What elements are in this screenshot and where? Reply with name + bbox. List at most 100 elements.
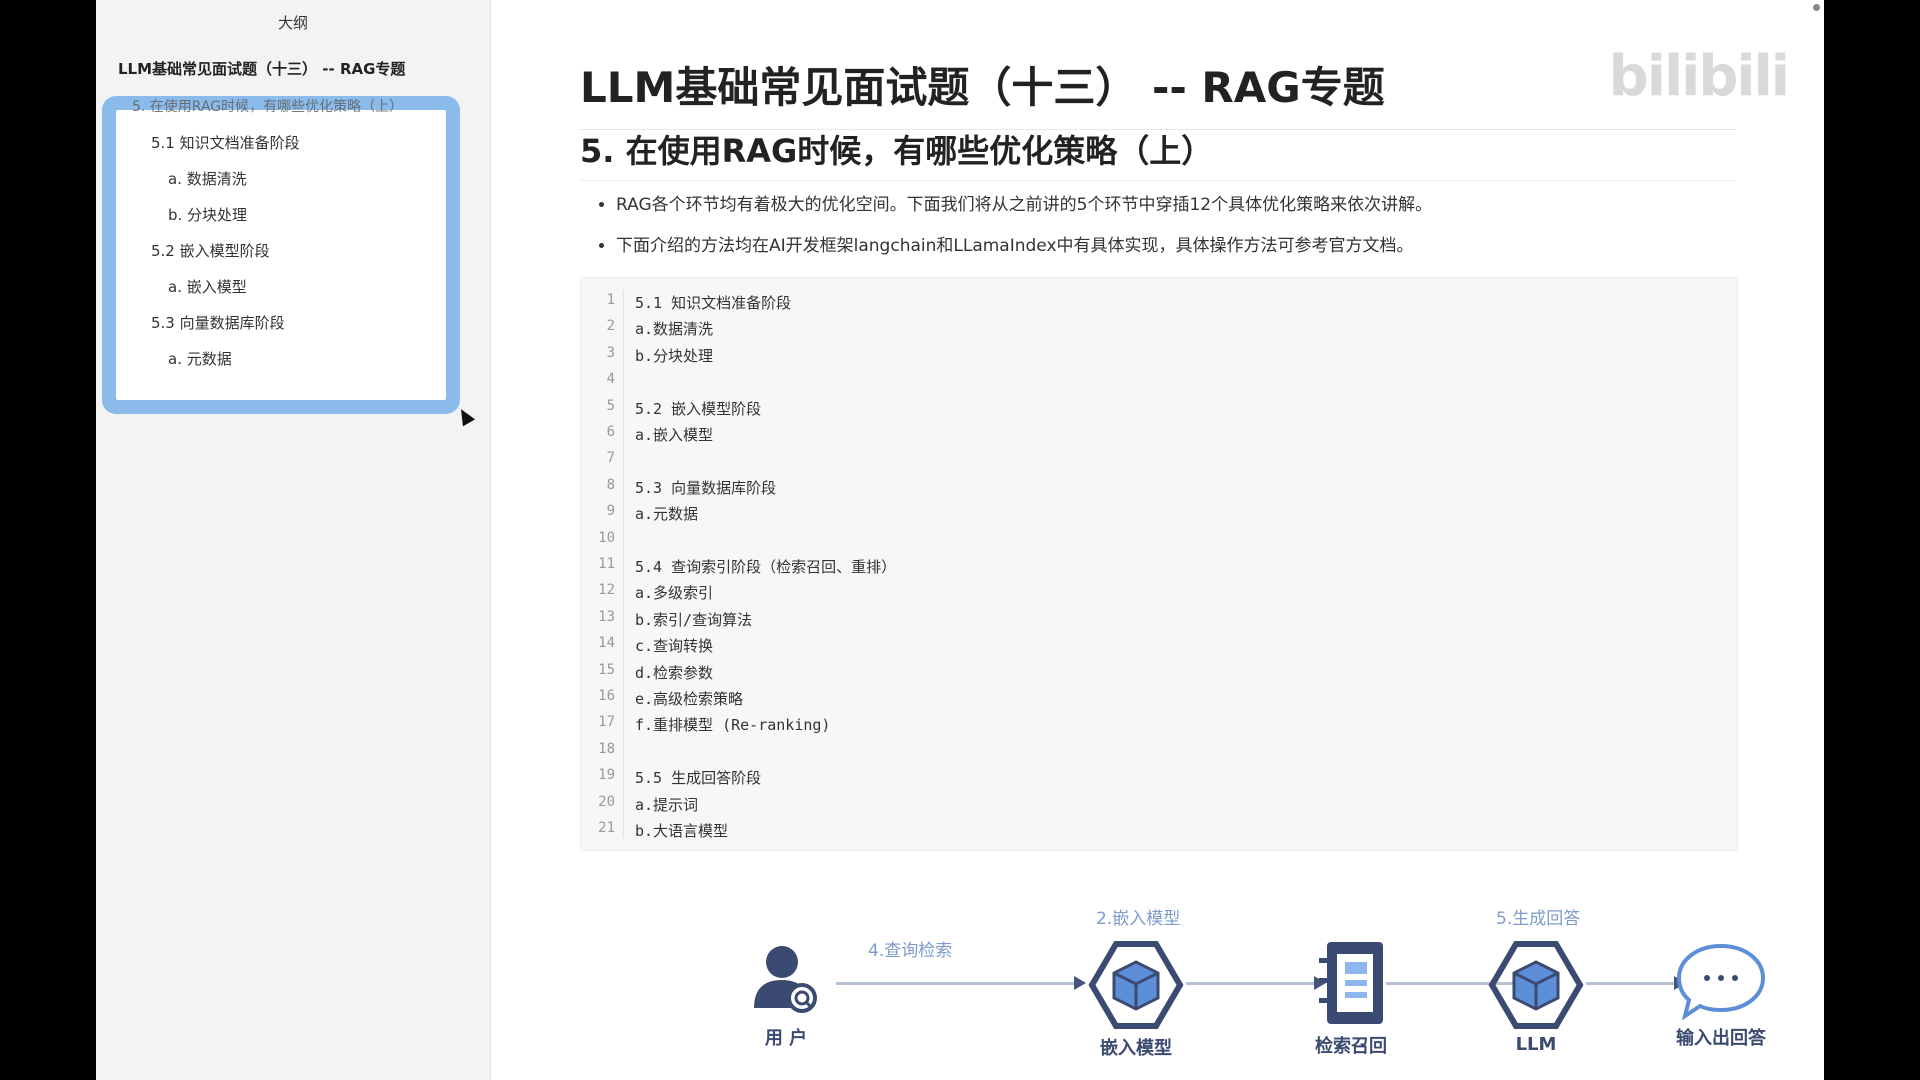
code-line: 20 a.提示词 bbox=[581, 794, 1731, 820]
code-line: 11 5.4 查询索引阶段（检索召回、重排） bbox=[581, 556, 1731, 582]
cube-hexagon-icon bbox=[1088, 941, 1184, 1029]
bullet-item: 下面介绍的方法均在AI开发框架langchain和LLamaIndex中有具体实… bbox=[616, 231, 1432, 256]
line-number: 7 bbox=[606, 450, 615, 467]
outline-item-h1[interactable]: LLM基础常见面试题（十三） -- RAG专题 bbox=[118, 58, 405, 79]
node-retrieve: 检索召回 bbox=[1296, 938, 1406, 1058]
code-line: 19 5.5 生成回答阶段 bbox=[581, 767, 1731, 793]
code-line-text: a.元数据 bbox=[635, 505, 699, 524]
step-label-query: 4.查询检索 bbox=[868, 941, 953, 961]
code-line: 13 b.索引/查询算法 bbox=[581, 609, 1731, 635]
bilibili-watermark-logo: bilibili bbox=[1608, 44, 1790, 109]
node-label-user: 用 户 bbox=[764, 1028, 808, 1049]
code-line-text: f.重排模型 (Re-ranking) bbox=[635, 716, 831, 735]
code-line: 18 bbox=[581, 741, 1731, 767]
bullet-list: RAG各个环节均有着极大的优化空间。下面我们将从之前讲的5个环节中穿插12个具体… bbox=[580, 190, 1432, 272]
outline-item-chunking[interactable]: b. 分块处理 bbox=[168, 204, 247, 225]
user-search-icon bbox=[754, 946, 817, 1013]
page-title: LLM基础常见面试题（十三） -- RAG专题 bbox=[580, 54, 1736, 130]
code-line-text: a.多级索引 bbox=[635, 584, 714, 603]
outline-item-h2[interactable]: 5. 在使用RAG时候，有哪些优化策略（上） bbox=[132, 96, 403, 116]
code-line: 5 5.2 嵌入模型阶段 bbox=[581, 398, 1731, 424]
outline-item-5-1[interactable]: 5.1 知识文档准备阶段 bbox=[151, 132, 300, 153]
node-embedding: 嵌入模型 bbox=[1081, 940, 1191, 1060]
line-number: 16 bbox=[598, 688, 615, 704]
mouse-cursor-icon bbox=[454, 405, 476, 427]
code-line: 12 a.多级索引 bbox=[581, 582, 1731, 608]
code-line: 10 bbox=[581, 530, 1731, 556]
code-line: 8 5.3 向量数据库阶段 bbox=[581, 477, 1731, 503]
bullet-item: RAG各个环节均有着极大的优化空间。下面我们将从之前讲的5个环节中穿插12个具体… bbox=[616, 190, 1432, 215]
code-line: 4 bbox=[581, 371, 1731, 397]
line-number: 17 bbox=[598, 714, 615, 731]
code-line-text: e.高级检索策略 bbox=[635, 690, 744, 708]
outline-item-embedding-model[interactable]: a. 嵌入模型 bbox=[168, 276, 247, 297]
node-label-llm: LLM bbox=[1515, 1034, 1557, 1055]
line-number: 8 bbox=[606, 476, 615, 493]
line-number: 6 bbox=[606, 424, 615, 440]
code-line: 1 5.1 知识文档准备阶段 bbox=[581, 292, 1731, 318]
code-line: 6 a.嵌入模型 bbox=[581, 424, 1731, 450]
outline-item-metadata[interactable]: a. 元数据 bbox=[168, 348, 232, 369]
code-line: 14 c.查询转换 bbox=[581, 635, 1731, 661]
code-line-text: 5.2 嵌入模型阶段 bbox=[635, 399, 762, 418]
line-number: 18 bbox=[598, 740, 615, 757]
outline-sidebar: 大纲 LLM基础常见面试题（十三） -- RAG专题 5. 在使用RAG时候，有… bbox=[96, 0, 491, 1080]
code-line-text: b.索引/查询算法 bbox=[635, 610, 753, 629]
line-number: 5 bbox=[606, 397, 615, 414]
chat-bubble-icon bbox=[1676, 943, 1766, 1021]
code-line-text: b.分块处理 bbox=[635, 346, 714, 365]
line-number: 10 bbox=[598, 529, 615, 546]
node-label-answer: 输入出回答 bbox=[1676, 1028, 1766, 1049]
code-line-text: a.数据清洗 bbox=[635, 320, 714, 339]
code-line-text: d.检索参数 bbox=[635, 663, 714, 682]
code-line-text: 5.1 知识文档准备阶段 bbox=[635, 294, 792, 312]
line-number: 14 bbox=[598, 635, 615, 652]
node-answer: 输入出回答 bbox=[1661, 940, 1781, 1050]
code-line: 3 b.分块处理 bbox=[581, 345, 1731, 371]
outline-item-data-cleaning[interactable]: a. 数据清洗 bbox=[168, 168, 247, 189]
notebook-icon bbox=[1319, 942, 1383, 1024]
node-llm: LLM bbox=[1481, 940, 1591, 1055]
code-line-text: a.提示词 bbox=[635, 795, 699, 814]
line-number: 11 bbox=[598, 556, 615, 572]
code-line: 2 a.数据清洗 bbox=[581, 318, 1731, 344]
line-number: 4 bbox=[606, 371, 615, 388]
code-line-text: b.大语言模型 bbox=[635, 822, 729, 840]
line-number: 1 bbox=[606, 292, 615, 308]
line-number: 20 bbox=[598, 793, 615, 810]
line-number: 12 bbox=[598, 582, 615, 599]
section-heading: 5. 在使用RAG时候，有哪些优化策略（上） bbox=[580, 126, 1736, 181]
code-line-text: c.查询转换 bbox=[635, 637, 714, 656]
sidebar-title: 大纲 bbox=[277, 14, 308, 32]
line-number: 21 bbox=[598, 820, 615, 836]
outline-item-5-2[interactable]: 5.2 嵌入模型阶段 bbox=[151, 240, 270, 261]
code-line: 21 b.大语言模型 bbox=[581, 820, 1731, 846]
node-label-embedding: 嵌入模型 bbox=[1100, 1038, 1172, 1059]
code-line: 9 a.元数据 bbox=[581, 503, 1731, 529]
code-line: 7 bbox=[581, 450, 1731, 476]
code-line: 16 e.高级检索策略 bbox=[581, 688, 1731, 714]
step-label-embed: 2.嵌入模型 bbox=[1096, 909, 1181, 929]
line-number: 19 bbox=[598, 767, 615, 784]
code-line-text: 5.4 查询索引阶段（检索召回、重排） bbox=[635, 558, 897, 576]
code-line-text: a.嵌入模型 bbox=[635, 426, 714, 444]
code-block[interactable]: 1 5.1 知识文档准备阶段 2 a.数据清洗 3 b.分块处理 4 5 5.2 嵌入模型阶段 6… bbox=[580, 277, 1738, 851]
line-number: 2 bbox=[606, 318, 615, 335]
code-line: 17 f.重排模型 (Re-ranking) bbox=[581, 714, 1731, 740]
app-window: 大纲 LLM基础常见面试题（十三） -- RAG专题 5. 在使用RAG时候，有… bbox=[96, 0, 1824, 1080]
step-label-generate: 5.生成回答 bbox=[1496, 909, 1581, 929]
cube-hexagon-icon bbox=[1488, 941, 1584, 1029]
line-number: 15 bbox=[598, 661, 615, 678]
line-number: 13 bbox=[598, 608, 615, 625]
code-line-text: 5.3 向量数据库阶段 bbox=[635, 478, 777, 497]
line-number: 3 bbox=[606, 344, 615, 361]
line-number: 9 bbox=[606, 503, 615, 520]
node-label-retrieve: 检索召回 bbox=[1315, 1036, 1387, 1057]
rag-flow-diagram: 4.查询检索 2.嵌入模型 5.生成回答 用 户 嵌入模型 检索召回 LLM 输… bbox=[736, 900, 1796, 1080]
code-line-text: 5.5 生成回答阶段 bbox=[635, 769, 762, 788]
arrow-user-to-embedding bbox=[836, 976, 1086, 990]
outline-item-5-3[interactable]: 5.3 向量数据库阶段 bbox=[151, 312, 285, 333]
code-line: 15 d.检索参数 bbox=[581, 662, 1731, 688]
node-user: 用 户 bbox=[736, 940, 836, 1050]
scroll-indicator bbox=[1813, 4, 1820, 11]
